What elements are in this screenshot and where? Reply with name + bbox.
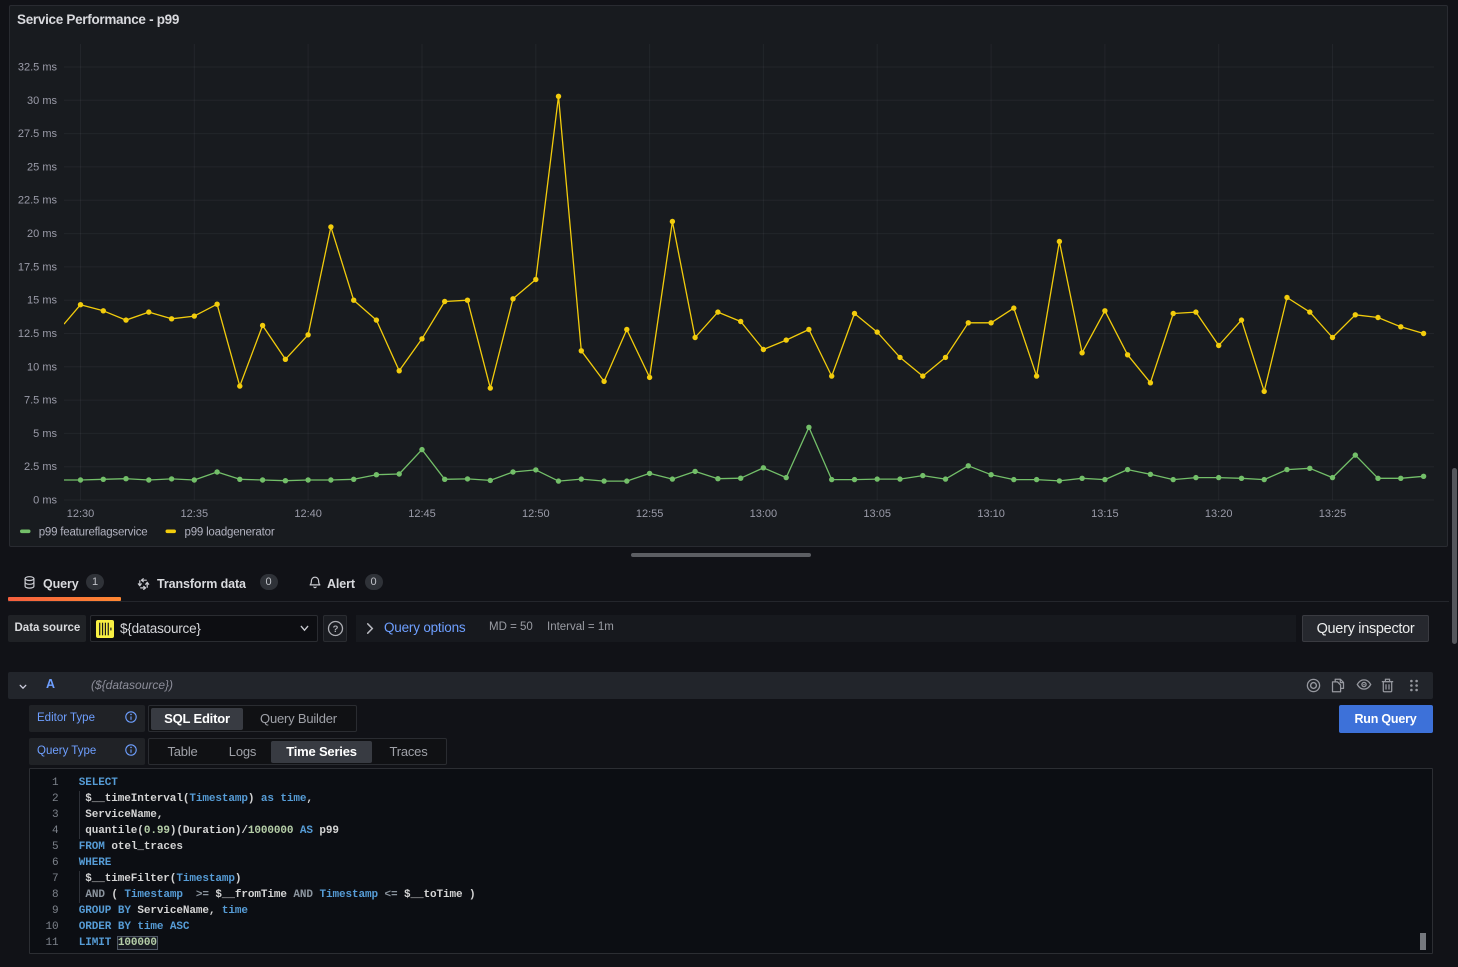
svg-text:?: ?: [333, 624, 339, 635]
svg-text:27.5 ms: 27.5 ms: [18, 128, 58, 140]
svg-text:13:10: 13:10: [977, 508, 1005, 520]
svg-text:5 ms: 5 ms: [33, 428, 57, 440]
svg-text:0 ms: 0 ms: [33, 495, 57, 507]
svg-text:7.5 ms: 7.5 ms: [24, 395, 58, 407]
svg-text:13:00: 13:00: [750, 508, 778, 520]
svg-text:13:20: 13:20: [1205, 508, 1233, 520]
svg-text:2.5 ms: 2.5 ms: [24, 461, 58, 473]
svg-text:25 ms: 25 ms: [27, 161, 57, 173]
svg-text:10 ms: 10 ms: [27, 361, 57, 373]
svg-text:13:05: 13:05: [863, 508, 891, 520]
svg-text:30 ms: 30 ms: [27, 95, 57, 107]
svg-text:20 ms: 20 ms: [27, 228, 57, 240]
svg-text:12:55: 12:55: [636, 508, 664, 520]
svg-text:p99 loadgenerator: p99 loadgenerator: [185, 527, 275, 539]
svg-text:15 ms: 15 ms: [27, 295, 57, 307]
svg-text:12:35: 12:35: [181, 508, 209, 520]
svg-text:12:30: 12:30: [67, 508, 95, 520]
svg-text:13:15: 13:15: [1091, 508, 1119, 520]
svg-text:17.5 ms: 17.5 ms: [18, 261, 58, 273]
svg-text:12:40: 12:40: [294, 508, 322, 520]
svg-text:12.5 ms: 12.5 ms: [18, 328, 58, 340]
svg-text:p99 featureflagservice: p99 featureflagservice: [39, 527, 148, 539]
svg-text:32.5 ms: 32.5 ms: [18, 62, 58, 74]
svg-text:13:25: 13:25: [1319, 508, 1347, 520]
svg-text:22.5 ms: 22.5 ms: [18, 195, 58, 207]
svg-text:12:50: 12:50: [522, 508, 550, 520]
svg-text:12:45: 12:45: [408, 508, 436, 520]
